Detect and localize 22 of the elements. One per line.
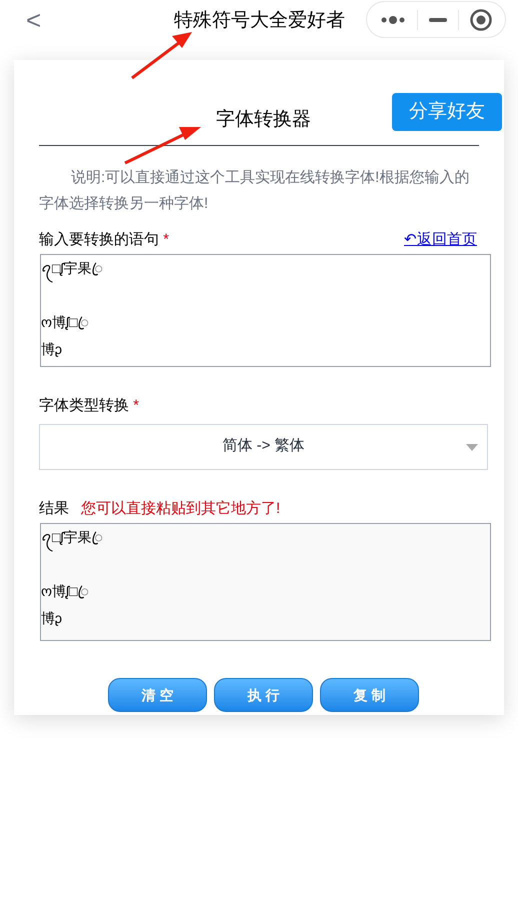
share-button[interactable]: 分享好友 (392, 93, 502, 131)
page-title: 特殊符号大全爱好者 (174, 9, 345, 33)
target-icon[interactable] (470, 8, 492, 30)
capsule-menu[interactable] (366, 1, 506, 38)
result-note: 您可以直接粘贴到其它地方了! (81, 498, 280, 518)
font-type-label: 字体类型转换 * (39, 396, 140, 416)
action-button[interactable]: 清 空 (108, 678, 207, 712)
home-link[interactable]: ↶返回首页 (404, 228, 477, 252)
input-field[interactable]: ꪖ□ᶘ宇果ꦿ ო博ᶘ□ꦿ 博ᶗ (40, 254, 491, 367)
result-field[interactable]: ꪖ□ᶘ宇果ꦿ ო博ᶘ□ꦿ 博ᶗ (40, 523, 491, 641)
more-icon[interactable] (380, 14, 406, 24)
result-label: 结果 (39, 498, 69, 518)
back-button[interactable]: < (26, 7, 42, 33)
action-button[interactable]: 执 行 (214, 678, 313, 712)
description-text: 说明:可以直接通过这个工具实现在线转换字体!根据您输入的字体选择转换另一种字体! (39, 168, 470, 214)
minimize-icon[interactable] (428, 18, 447, 22)
font-type-select[interactable]: 简体 -> 繁体 (39, 424, 488, 470)
input-label: 输入要转换的语句 * (39, 230, 170, 250)
arrow-annotation (130, 30, 194, 80)
action-button[interactable]: 复 制 (320, 678, 419, 712)
card-heading: 字体转换器 (216, 108, 311, 132)
dropdown-icon (466, 444, 478, 450)
